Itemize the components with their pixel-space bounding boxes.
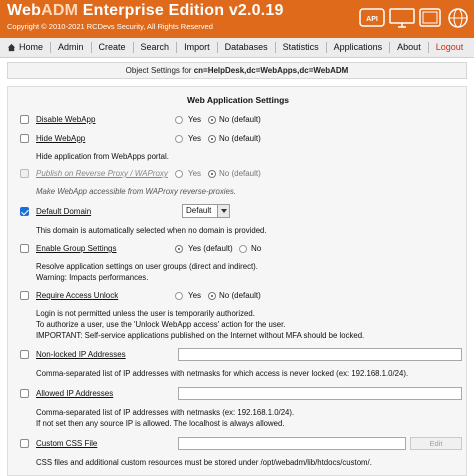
group-settings-desc-2: Warning: Impacts performances.	[36, 273, 149, 282]
group-settings-desc-1: Resolve application settings on user gro…	[36, 262, 258, 271]
globe-icon[interactable]	[445, 7, 471, 29]
disable-webapp-label[interactable]: Disable WebApp	[36, 115, 95, 124]
default-domain-desc: This domain is automatically selected wh…	[36, 226, 267, 235]
breadcrumb-dn: cn=HelpDesk,dc=WebApps,dc=WebADM	[193, 66, 349, 75]
publish-reverse-proxy-no-label: No (default)	[219, 169, 261, 178]
section-title: Web Application Settings	[186, 95, 289, 105]
disable-webapp-no-radio[interactable]	[208, 116, 216, 124]
nav-logout[interactable]: Logout	[429, 42, 471, 53]
monitor-icon[interactable]	[389, 7, 415, 29]
access-unlock-yes-radio[interactable]	[175, 292, 183, 300]
disable-webapp-yes-label: Yes	[188, 115, 202, 124]
access-unlock-yes-label: Yes	[188, 291, 202, 300]
access-unlock-desc-2: To authorize a user, use the 'Unlock Web…	[36, 320, 286, 329]
group-settings-label[interactable]: Enable Group Settings	[36, 244, 117, 253]
hide-webapp-desc: Hide application from WebApps portal.	[36, 152, 169, 161]
nonlocked-ips-desc: Comma-separated list of IP addresses wit…	[36, 369, 409, 378]
nonlocked-ips-label[interactable]: Non-locked IP Addresses	[36, 350, 126, 359]
allowed-ips-input[interactable]	[178, 387, 462, 400]
nonlocked-ips-checkbox[interactable]	[20, 350, 29, 359]
custom-css-edit-button[interactable]: Edit	[410, 437, 462, 450]
default-domain-checkbox[interactable]	[20, 207, 29, 216]
nav-about[interactable]: About	[390, 42, 429, 53]
group-settings-no-label: No	[251, 244, 262, 253]
publish-reverse-proxy-desc: Make WebApp accessible from WAProxy reve…	[36, 187, 236, 196]
object-settings-breadcrumb: Object Settings for cn=HelpDesk,dc=WebAp…	[7, 62, 467, 79]
nav-import[interactable]: Import	[177, 42, 218, 53]
api-icon[interactable]: API	[359, 7, 385, 29]
group-settings-checkbox[interactable]	[20, 244, 29, 253]
publish-reverse-proxy-no-radio[interactable]	[208, 170, 216, 178]
nav-statistics[interactable]: Statistics	[276, 42, 327, 53]
settings-panel: Web Application Settings Disable WebApp …	[7, 86, 467, 476]
hide-webapp-no-label: No (default)	[219, 134, 261, 143]
custom-css-checkbox[interactable]	[20, 439, 29, 448]
nonlocked-ips-input[interactable]	[178, 348, 462, 361]
group-settings-yes-radio[interactable]	[175, 245, 183, 253]
tablet-icon[interactable]	[417, 7, 443, 29]
group-settings-no-radio[interactable]	[239, 245, 247, 253]
home-icon	[7, 43, 16, 52]
custom-css-label[interactable]: Custom CSS File	[36, 439, 97, 448]
nav-home[interactable]: Home	[0, 42, 52, 53]
api-icon-label: API	[366, 16, 378, 23]
chevron-down-icon	[217, 205, 229, 217]
app-title: WebADM Enterprise Edition v2.0.19	[7, 2, 284, 19]
nav-create[interactable]: Create	[92, 42, 134, 53]
publish-reverse-proxy-label[interactable]: Publish on Reverse Proxy / WAProxy	[36, 169, 168, 178]
default-domain-value: Default	[186, 206, 212, 215]
access-unlock-desc-3: IMPORTANT: Self-service applications pub…	[36, 331, 365, 340]
access-unlock-no-radio[interactable]	[208, 292, 216, 300]
allowed-ips-checkbox[interactable]	[20, 389, 29, 398]
group-settings-yes-label: Yes (default)	[188, 244, 233, 253]
nav-admin[interactable]: Admin	[51, 42, 92, 53]
default-domain-label[interactable]: Default Domain	[36, 207, 91, 216]
app-header: WebADM Enterprise Edition v2.0.19 Copyri…	[0, 0, 474, 38]
disable-webapp-no-label: No (default)	[219, 115, 261, 124]
access-unlock-checkbox[interactable]	[20, 291, 29, 300]
access-unlock-no-label: No (default)	[219, 291, 261, 300]
hide-webapp-no-radio[interactable]	[208, 135, 216, 143]
allowed-ips-desc-1: Comma-separated list of IP addresses wit…	[36, 408, 295, 417]
allowed-ips-label[interactable]: Allowed IP Addresses	[36, 389, 113, 398]
access-unlock-label[interactable]: Require Access Unlock	[36, 291, 118, 300]
nav-search[interactable]: Search	[134, 42, 178, 53]
nav-applications[interactable]: Applications	[327, 42, 391, 53]
custom-css-input[interactable]	[178, 437, 406, 450]
main-nav: Home Admin Create Search Import Database…	[0, 38, 474, 58]
publish-reverse-proxy-yes-label: Yes	[188, 169, 202, 178]
hide-webapp-label[interactable]: Hide WebApp	[36, 134, 85, 143]
default-domain-select[interactable]: Default	[182, 204, 230, 218]
publish-reverse-proxy-yes-radio[interactable]	[175, 170, 183, 178]
copyright-text: Copyright © 2010-2021 RCDevs Security, A…	[7, 22, 213, 31]
nav-home-label: Home	[19, 42, 44, 52]
hide-webapp-checkbox[interactable]	[20, 134, 29, 143]
hide-webapp-yes-label: Yes	[188, 134, 202, 143]
publish-reverse-proxy-checkbox[interactable]	[20, 169, 29, 178]
allowed-ips-desc-2: If not set then any source IP is allowed…	[36, 419, 285, 428]
disable-webapp-yes-radio[interactable]	[175, 116, 183, 124]
breadcrumb-prefix: Object Settings for	[125, 66, 194, 75]
hide-webapp-yes-radio[interactable]	[175, 135, 183, 143]
access-unlock-desc-1: Login is not permitted unless the user i…	[36, 309, 255, 318]
nav-databases[interactable]: Databases	[218, 42, 276, 53]
disable-webapp-checkbox[interactable]	[20, 115, 29, 124]
custom-css-desc: CSS files and additional custom resource…	[36, 458, 372, 467]
